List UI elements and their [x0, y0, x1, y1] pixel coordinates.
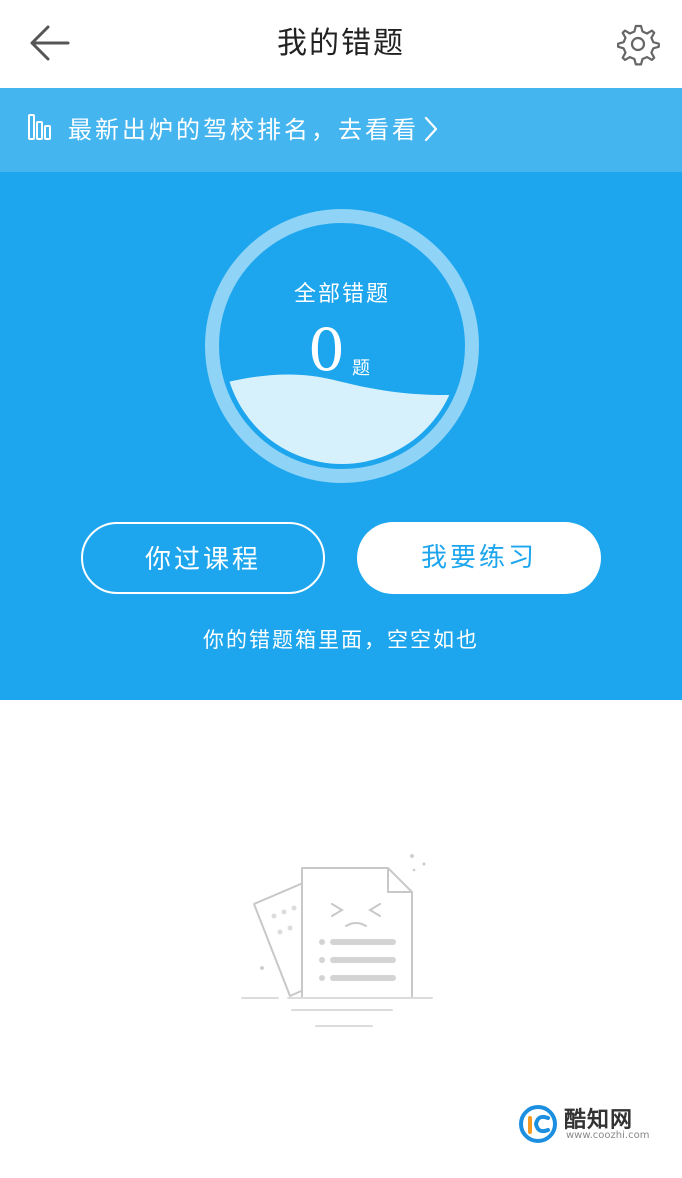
coozhi-logo-icon — [519, 1105, 557, 1143]
review-course-button[interactable]: 你过课程 — [81, 522, 325, 594]
start-practice-button[interactable]: 我要练习 — [357, 522, 601, 594]
page-title: 我的错题 — [277, 26, 405, 61]
banner-text: 最新出炉的驾校排名，去看看 — [68, 116, 419, 144]
ranking-banner[interactable]: 最新出炉的驾校排名，去看看 — [0, 88, 682, 172]
bar-chart-icon — [28, 114, 51, 140]
empty-hint-text: 你的错题箱里面，空空如也 — [203, 628, 479, 652]
watermark-url: www.coozhi.com — [566, 1130, 650, 1141]
gear-icon — [617, 24, 660, 66]
wrong-count-unit: 题 — [352, 358, 370, 379]
chevron-right-icon — [424, 116, 438, 142]
wrong-questions-summary: 全部错题 0 题 你过课程 我要练习 你的错题箱里面，空空如也 — [0, 172, 682, 700]
top-nav-bar: 我的错题 — [0, 0, 682, 88]
empty-document-illustration — [241, 854, 433, 1027]
wrong-count-value: 0 — [308, 316, 345, 384]
gauge-label: 全部错题 — [293, 282, 390, 307]
settings-button[interactable] — [616, 22, 660, 66]
watermark: 酷知网 www.coozhi.com — [514, 1098, 674, 1154]
